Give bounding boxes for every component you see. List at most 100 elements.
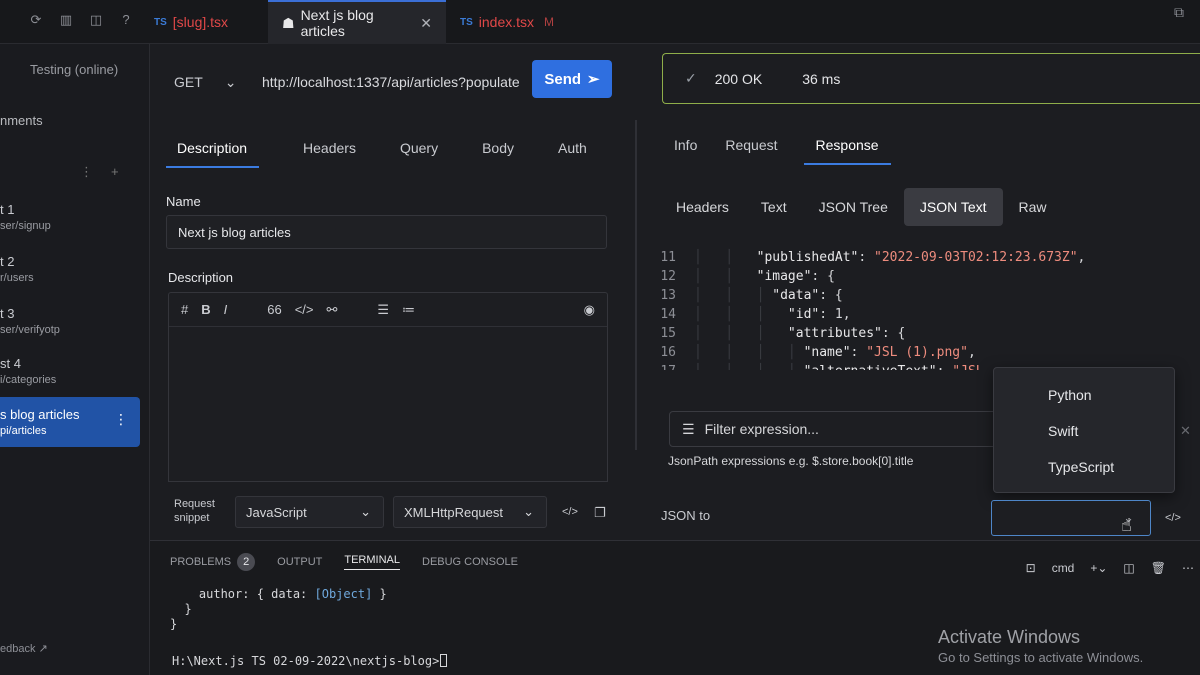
shell-name[interactable]: cmd bbox=[1052, 561, 1075, 575]
terminal-prompt[interactable]: H:\Next.js TS 02-09-2022\nextjs-blog> bbox=[172, 654, 448, 668]
json-viewer[interactable]: 11 │ │ "publishedAt": "2022-09-03T02:12:2… bbox=[650, 248, 1200, 370]
code-icon[interactable]: </> bbox=[1165, 512, 1181, 524]
line-number: 15 bbox=[660, 326, 676, 341]
terminal-object: [Object] bbox=[314, 587, 373, 601]
link-icon[interactable]: ⚯ bbox=[327, 302, 338, 318]
numbered-list-icon[interactable]: ≔ bbox=[402, 302, 415, 318]
send-button[interactable]: Send ➢ bbox=[532, 60, 612, 98]
line-number: 14 bbox=[660, 307, 676, 322]
tab-headers[interactable]: Headers bbox=[293, 140, 356, 168]
add-icon[interactable]: + bbox=[111, 164, 119, 180]
italic-icon[interactable]: I bbox=[224, 302, 228, 317]
copy-icon[interactable]: ❐ bbox=[594, 505, 606, 521]
json-to-label: JSON to bbox=[661, 508, 711, 523]
environment-label[interactable]: Testing (online) bbox=[30, 62, 118, 77]
tab-problems[interactable]: PROBLEMS 2 bbox=[170, 553, 256, 571]
view-raw[interactable]: Raw bbox=[1003, 188, 1063, 226]
tab-body[interactable]: Body bbox=[472, 140, 514, 168]
option-typescript[interactable]: TypeScript bbox=[1048, 459, 1114, 475]
watermark-subtitle: Go to Settings to activate Windows. bbox=[938, 650, 1144, 665]
more-icon[interactable]: ⋯ bbox=[1182, 561, 1194, 575]
chevron-down-icon: ⌄ bbox=[224, 74, 237, 90]
help-icon[interactable]: ? bbox=[118, 12, 134, 28]
more-icon[interactable]: ⋮ bbox=[80, 164, 93, 180]
add-terminal-icon[interactable]: +⌄ bbox=[1090, 561, 1107, 575]
more-icon[interactable]: ⋮ bbox=[114, 411, 128, 428]
sidebar-request-2[interactable]: t 2 r/users bbox=[0, 254, 140, 304]
preview-eye-icon[interactable]: ◉ bbox=[584, 302, 595, 318]
heading-icon[interactable]: # bbox=[181, 302, 188, 317]
bold-icon[interactable]: B bbox=[201, 302, 210, 317]
line-number: 11 bbox=[660, 250, 676, 265]
option-swift[interactable]: Swift bbox=[1048, 423, 1078, 439]
sidebar-request-3[interactable]: t 3 ser/verifyotp bbox=[0, 306, 140, 356]
method-select[interactable]: GET ⌄ bbox=[174, 74, 237, 91]
filter-expression-input[interactable]: ☰ Filter expression... bbox=[669, 411, 999, 447]
view-json-text[interactable]: JSON Text bbox=[903, 188, 1003, 226]
json-string: "2022-09-03T02:12:23.673Z" bbox=[874, 250, 1078, 265]
tab-query[interactable]: Query bbox=[390, 140, 438, 168]
snippet-label-line: Request bbox=[174, 498, 215, 510]
tab-auth[interactable]: Auth bbox=[548, 140, 587, 168]
json-punctuation: : bbox=[850, 345, 867, 360]
request-snippet-label: Request snippet bbox=[174, 497, 215, 525]
name-input[interactable] bbox=[166, 215, 607, 249]
view-text[interactable]: Text bbox=[745, 188, 803, 226]
tab-slug-tsx[interactable]: TS [slug].tsx bbox=[140, 0, 265, 44]
snippet-language-select[interactable]: JavaScript ⌄ bbox=[235, 496, 384, 528]
description-editor[interactable]: # B I 66 </> ⚯ ☰ ≔ ◉ bbox=[168, 292, 608, 482]
bullet-list-icon[interactable]: ☰ bbox=[377, 302, 389, 318]
response-status: ✓ 200 OK 36 ms bbox=[662, 53, 1200, 104]
split-terminal-icon[interactable]: ◫ bbox=[1123, 561, 1134, 575]
filter-placeholder: Filter expression... bbox=[704, 421, 819, 437]
filter-icon: ☰ bbox=[682, 420, 695, 437]
tab-description[interactable]: Description bbox=[166, 140, 260, 168]
terminal-line: } bbox=[170, 602, 192, 616]
request-path: ser/signup bbox=[0, 220, 51, 232]
library-icon[interactable]: ▥ bbox=[58, 12, 74, 28]
trash-icon[interactable]: 🗑 bbox=[1151, 561, 1166, 575]
tab-request[interactable]: Request bbox=[725, 137, 777, 165]
sidebar-request-5[interactable]: s blog articles pi/articles ⋮ bbox=[0, 397, 140, 447]
code-icon[interactable]: </> bbox=[295, 302, 314, 317]
line-number: 16 bbox=[660, 345, 676, 360]
line-number: 13 bbox=[660, 288, 676, 303]
quote-icon[interactable]: 66 bbox=[267, 302, 281, 317]
terminal-output[interactable]: author: { data: [Object] } } } bbox=[170, 587, 387, 632]
tab-terminal[interactable]: TERMINAL bbox=[344, 554, 400, 570]
json-line: 11 │ │ "publishedAt": "2022-09-03T02:12:2… bbox=[650, 248, 1200, 267]
json-line: 15 │ │ │ "attributes": { bbox=[650, 324, 1200, 343]
response-time: 36 ms bbox=[802, 70, 841, 87]
refresh-icon[interactable]: ⟳ bbox=[28, 12, 44, 28]
tab-response[interactable]: Response bbox=[803, 137, 891, 165]
chevron-down-icon: ⌄ bbox=[523, 504, 534, 519]
pane-divider[interactable] bbox=[635, 120, 637, 450]
sidebar-request-1[interactable]: t 1 ser/signup bbox=[0, 202, 140, 252]
tab-next-js-blog-articles[interactable]: ☗ Next js blog articles ✕ bbox=[268, 0, 446, 44]
snippet-library-select[interactable]: XMLHttpRequest ⌄ bbox=[393, 496, 547, 528]
view-headers[interactable]: Headers bbox=[660, 188, 745, 226]
tab-output[interactable]: OUTPUT bbox=[277, 556, 322, 568]
close-icon[interactable]: ✕ bbox=[420, 15, 432, 32]
maximize-icon[interactable]: ⧉ bbox=[1174, 4, 1184, 21]
option-python[interactable]: Python bbox=[1048, 387, 1092, 403]
response-tabs: Info Request Response bbox=[674, 137, 919, 165]
modified-badge: M bbox=[544, 15, 555, 29]
close-icon[interactable]: ✕ bbox=[1180, 423, 1191, 439]
request-path: r/users bbox=[0, 272, 34, 284]
tab-index-tsx[interactable]: TS index.tsx M bbox=[446, 0, 566, 44]
terminal-line: } bbox=[170, 617, 178, 631]
view-json-tree[interactable]: JSON Tree bbox=[803, 188, 904, 226]
panel-toolbar: ⊡ cmd +⌄ ◫ 🗑 ⋯ bbox=[1026, 561, 1194, 575]
url-input[interactable]: http://localhost:1337/api/articles?popul… bbox=[262, 74, 520, 90]
split-icon[interactable]: ◫ bbox=[88, 12, 104, 28]
send-label: Send bbox=[544, 70, 582, 88]
tab-info[interactable]: Info bbox=[674, 137, 697, 165]
indent-guides: │ │ │ bbox=[694, 307, 788, 322]
status-code: 200 OK bbox=[714, 70, 763, 87]
jsonpath-hint: JsonPath expressions e.g. $.store.book[0… bbox=[668, 454, 914, 468]
feedback-link[interactable]: edback ↗ bbox=[0, 642, 48, 655]
json-punctuation: , bbox=[967, 345, 976, 360]
tab-debug-console[interactable]: DEBUG CONSOLE bbox=[422, 556, 518, 568]
code-icon[interactable]: </> bbox=[562, 506, 578, 518]
